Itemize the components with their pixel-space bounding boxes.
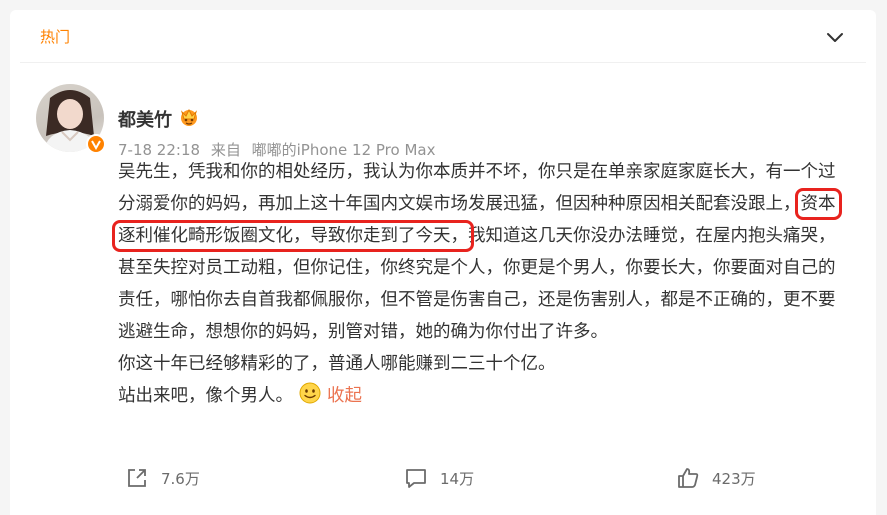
share-button[interactable]: 7.6万	[125, 462, 200, 494]
content-paragraph-2: 你这十年已经够精彩的了，普通人哪能赚到二三十个亿。	[118, 354, 556, 374]
smile-emoji-icon	[299, 382, 321, 404]
chevron-down-icon[interactable]	[824, 26, 846, 48]
like-count: 423万	[712, 469, 756, 488]
like-button[interactable]: 423万	[676, 462, 756, 494]
like-icon	[678, 468, 699, 488]
action-bar: 7.6万 14万 423万	[10, 462, 876, 502]
verified-badge-icon	[86, 134, 106, 154]
weibo-post-card: 热门 都美竹 7-18 22:18 来自 嘟嘟的iPhone 12 Pro Ma…	[10, 10, 876, 515]
user-name[interactable]: 都美竹	[118, 106, 172, 132]
content-text: 站出来吧，像个男人。	[118, 386, 293, 406]
vip-crown-icon[interactable]	[178, 107, 200, 127]
avatar[interactable]	[36, 84, 106, 154]
post-content: 吴先生，凭我和你的相处经历，我认为你本质并不坏，你只是在单亲家庭家庭长大，有一个…	[112, 156, 846, 412]
divider	[20, 62, 866, 63]
hot-label: 热门	[40, 28, 71, 46]
comment-icon	[406, 469, 426, 488]
comment-button[interactable]: 14万	[404, 462, 474, 494]
content-paragraph-3: 站出来吧，像个男人。 收起	[118, 380, 846, 412]
share-icon	[128, 469, 146, 487]
content-paragraph-1: 吴先生，凭我和你的相处经历，我认为你本质并不坏，你只是在单亲家庭家庭长大，有一个…	[112, 156, 846, 348]
comment-count: 14万	[440, 469, 475, 488]
fold-link[interactable]: 收起	[327, 386, 362, 406]
content-text: 吴先生，凭我和你的相处经历，我认为你本质并不坏，你只是在单亲家庭家庭长大，有一个…	[118, 162, 836, 214]
share-count: 7.6万	[161, 469, 200, 488]
